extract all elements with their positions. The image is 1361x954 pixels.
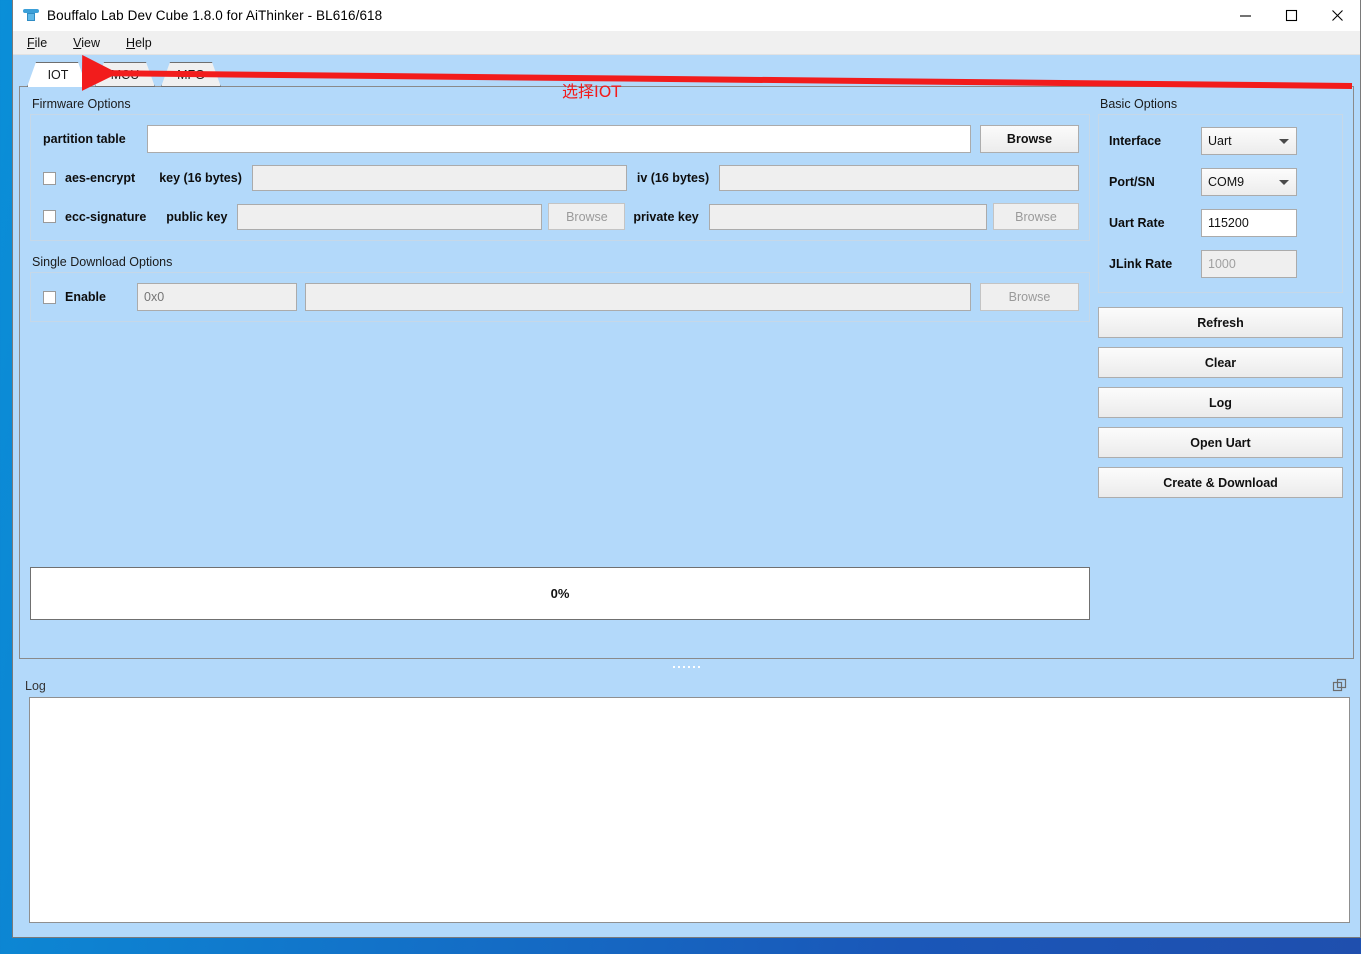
port-sn-select-value: COM9 <box>1208 175 1244 189</box>
single-download-options-group: Single Download Options Enable Browse <box>30 255 1090 322</box>
aes-encrypt-label: aes-encrypt <box>65 171 135 185</box>
menu-item-file-label: ile <box>35 36 48 50</box>
left-column-spacer <box>30 322 1090 567</box>
firmware-options-title: Firmware Options <box>30 97 1090 111</box>
interface-label: Interface <box>1109 134 1201 148</box>
refresh-button[interactable]: Refresh <box>1098 307 1343 338</box>
ecc-signature-label: ecc-signature <box>65 210 146 224</box>
minimize-icon <box>1239 9 1252 22</box>
single-download-enable-label: Enable <box>65 290 127 304</box>
basic-options-title: Basic Options <box>1098 97 1343 111</box>
create-and-download-button[interactable]: Create & Download <box>1098 467 1343 498</box>
log-dock-header: Log <box>19 675 1354 697</box>
open-uart-button[interactable]: Open Uart <box>1098 427 1343 458</box>
app-icon <box>23 7 39 23</box>
panel-splitter[interactable] <box>19 659 1354 675</box>
public-key-browse-button[interactable]: Browse <box>548 203 625 230</box>
window-body: IOT MCU MFG Firmware Options partition t… <box>13 55 1360 937</box>
maximize-button[interactable] <box>1268 0 1314 30</box>
partition-table-input[interactable] <box>147 125 971 153</box>
menu-item-view[interactable]: View <box>71 34 110 52</box>
firmware-options-body: partition table Browse aes-encrypt key (… <box>30 114 1090 241</box>
log-dock-title: Log <box>25 679 46 693</box>
aes-encrypt-checkbox[interactable] <box>43 172 56 185</box>
tab-mfg[interactable]: MFG <box>161 62 221 87</box>
private-key-browse-button[interactable]: Browse <box>993 203 1079 230</box>
jlink-rate-input[interactable] <box>1201 250 1297 278</box>
iot-tab-panel: Firmware Options partition table Browse … <box>19 86 1354 659</box>
aes-encrypt-row: aes-encrypt key (16 bytes) iv (16 bytes) <box>43 165 1079 191</box>
menu-item-view-label: iew <box>81 36 100 50</box>
chevron-down-icon <box>1279 139 1289 144</box>
tab-mfg-label: MFG <box>177 68 205 82</box>
menu-item-file[interactable]: File <box>25 34 57 52</box>
tab-iot[interactable]: IOT <box>27 62 89 87</box>
tab-iot-label: IOT <box>48 68 69 82</box>
jlink-rate-row: JLink Rate <box>1109 250 1332 278</box>
aes-iv-label: iv (16 bytes) <box>637 171 709 185</box>
progress-bottom-spacer <box>30 620 1090 648</box>
aes-key-label: key (16 bytes) <box>159 171 242 185</box>
right-column: Basic Options Interface Uart Port/SN <box>1098 95 1343 648</box>
single-download-enable-checkbox[interactable] <box>43 291 56 304</box>
partition-table-browse-button[interactable]: Browse <box>980 125 1079 153</box>
log-dock-panel: Log <box>19 675 1354 931</box>
close-icon <box>1331 9 1344 22</box>
splitter-grip-icon <box>673 666 700 668</box>
port-sn-label: Port/SN <box>1109 175 1201 189</box>
right-column-gap <box>1098 293 1343 307</box>
log-button[interactable]: Log <box>1098 387 1343 418</box>
left-column: Firmware Options partition table Browse … <box>30 95 1098 648</box>
close-button[interactable] <box>1314 0 1360 30</box>
single-download-file-input[interactable] <box>305 283 971 311</box>
menu-item-help-label: elp <box>135 36 152 50</box>
jlink-rate-label: JLink Rate <box>1109 257 1201 271</box>
interface-row: Interface Uart <box>1109 127 1332 155</box>
port-sn-row: Port/SN COM9 <box>1109 168 1332 196</box>
firmware-options-group: Firmware Options partition table Browse … <box>30 97 1090 241</box>
interface-select[interactable]: Uart <box>1201 127 1297 155</box>
progress-percent-label: 0% <box>551 586 570 601</box>
menu-item-help[interactable]: Help <box>124 34 162 52</box>
right-column-spacer <box>1098 507 1343 648</box>
private-key-label: private key <box>633 210 698 224</box>
single-download-options-body: Enable Browse <box>30 272 1090 322</box>
clear-button[interactable]: Clear <box>1098 347 1343 378</box>
partition-table-label: partition table <box>43 132 137 146</box>
window-title: Bouffalo Lab Dev Cube 1.8.0 for AiThinke… <box>47 8 382 23</box>
single-download-address-input[interactable] <box>137 283 297 311</box>
partition-table-row: partition table Browse <box>43 125 1079 153</box>
uart-rate-label: Uart Rate <box>1109 216 1201 230</box>
tab-mcu-label: MCU <box>111 68 139 82</box>
aes-key-input[interactable] <box>252 165 627 191</box>
application-window: Bouffalo Lab Dev Cube 1.8.0 for AiThinke… <box>12 0 1361 938</box>
public-key-label: public key <box>166 210 227 224</box>
maximize-icon <box>1285 9 1298 22</box>
aes-iv-input[interactable] <box>719 165 1079 191</box>
ecc-signature-checkbox[interactable] <box>43 210 56 223</box>
single-download-row: Enable Browse <box>43 283 1079 311</box>
basic-options-group: Basic Options Interface Uart Port/SN <box>1098 97 1343 293</box>
interface-select-value: Uart <box>1208 134 1232 148</box>
public-key-input[interactable] <box>237 204 542 230</box>
port-sn-select[interactable]: COM9 <box>1201 168 1297 196</box>
log-output-area[interactable] <box>29 697 1350 923</box>
uart-rate-row: Uart Rate <box>1109 209 1332 237</box>
menu-bar: File View Help <box>13 31 1360 55</box>
download-progress-bar: 0% <box>30 567 1090 620</box>
float-window-icon[interactable] <box>1332 678 1348 694</box>
private-key-input[interactable] <box>709 204 987 230</box>
chevron-down-icon <box>1279 180 1289 185</box>
tab-strip: IOT MCU MFG <box>19 61 1354 87</box>
title-bar: Bouffalo Lab Dev Cube 1.8.0 for AiThinke… <box>13 0 1360 31</box>
basic-options-body: Interface Uart Port/SN COM9 <box>1098 114 1343 293</box>
ecc-signature-row: ecc-signature public key Browse private … <box>43 203 1079 230</box>
tab-mcu[interactable]: MCU <box>95 62 155 87</box>
minimize-button[interactable] <box>1222 0 1268 30</box>
uart-rate-input[interactable] <box>1201 209 1297 237</box>
single-download-options-title: Single Download Options <box>30 255 1090 269</box>
single-download-browse-button[interactable]: Browse <box>980 283 1079 311</box>
